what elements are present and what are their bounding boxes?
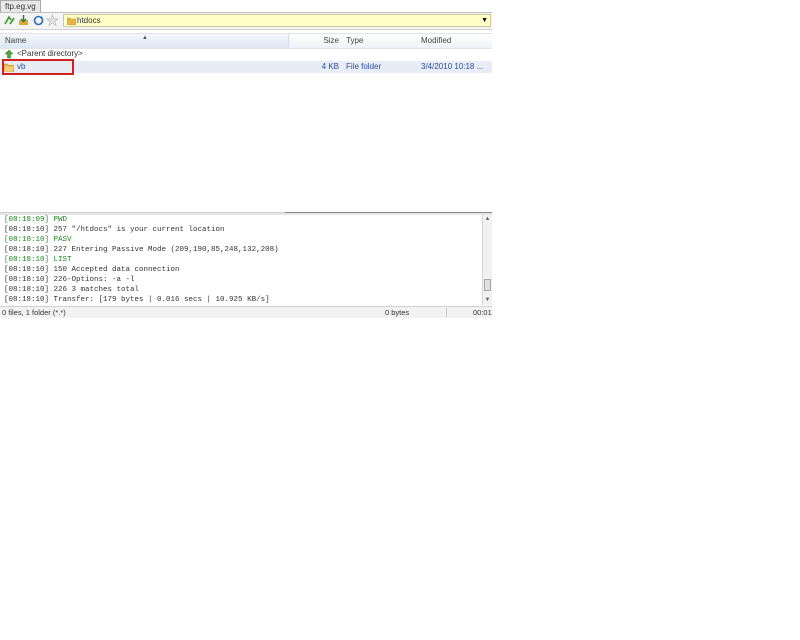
file-modified: 3/4/2010 10:18 ... — [421, 62, 484, 71]
ftp-client-window: ftp.eg.vg htdocs ▼ Name ▲ Size Type Modi… — [0, 0, 492, 318]
file-size: 4 KB — [321, 62, 339, 71]
up-dir-icon[interactable] — [3, 14, 16, 27]
log-line: [08:18:10] 227 Entering Passive Mode (20… — [4, 246, 279, 254]
log-line: [08:18:10] PASV — [4, 236, 72, 244]
status-bar: 0 files, 1 folder (*.*) 0 bytes 00:01 — [0, 306, 492, 318]
column-size[interactable]: Size — [289, 34, 339, 48]
status-time: 00:01 — [473, 308, 492, 317]
scroll-down-icon[interactable]: ▼ — [483, 296, 492, 305]
status-bytes: 0 bytes — [385, 308, 410, 317]
column-modified[interactable]: Modified — [421, 34, 451, 48]
log-line: [08:18:09] PWD — [4, 216, 68, 224]
toolbar: htdocs ▼ — [0, 13, 492, 30]
refresh-icon[interactable] — [32, 14, 45, 27]
log-pane: [08:18:09] PWD [08:18:10] 257 "/htdocs" … — [0, 215, 482, 305]
status-divider — [446, 308, 447, 317]
log-line: [08:18:10] LIST — [4, 256, 72, 264]
file-list-header: Name ▲ Size Type Modified — [0, 33, 492, 49]
file-type: File folder — [346, 62, 382, 71]
status-file-count: 0 files, 1 folder (*.*) — [2, 308, 66, 317]
selection-highlight-box — [2, 59, 74, 75]
address-value: htdocs — [77, 16, 101, 25]
tab-connection[interactable]: ftp.eg.vg — [0, 0, 41, 12]
address-bar[interactable]: htdocs ▼ — [63, 14, 491, 27]
sort-ascending-icon: ▲ — [142, 35, 148, 41]
column-type[interactable]: Type — [346, 34, 363, 48]
column-name-label: Name — [5, 36, 27, 45]
log-scrollbar[interactable]: ▲ ▼ — [482, 215, 492, 305]
scroll-up-icon[interactable]: ▲ — [483, 215, 492, 224]
download-icon[interactable] — [17, 14, 30, 27]
folder-icon — [66, 17, 77, 27]
bookmark-icon[interactable] — [46, 14, 59, 27]
splitter-grip[interactable] — [285, 212, 492, 213]
scrollbar-thumb[interactable] — [484, 279, 491, 291]
log-line: [08:18:10] 150 Accepted data connection — [4, 266, 180, 274]
log-line: [08:18:10] Transfer: [179 bytes | 0.016 … — [4, 296, 270, 304]
tab-strip: ftp.eg.vg — [0, 0, 492, 13]
chevron-down-icon[interactable]: ▼ — [481, 15, 488, 27]
column-name[interactable]: Name ▲ — [0, 34, 289, 48]
log-line: [08:18:10] 226 3 matches total — [4, 286, 140, 294]
log-line: [08:18:10] 257 "/htdocs" is your current… — [4, 226, 225, 234]
log-line: [08:18:10] 226-Options: -a -l — [4, 276, 135, 284]
